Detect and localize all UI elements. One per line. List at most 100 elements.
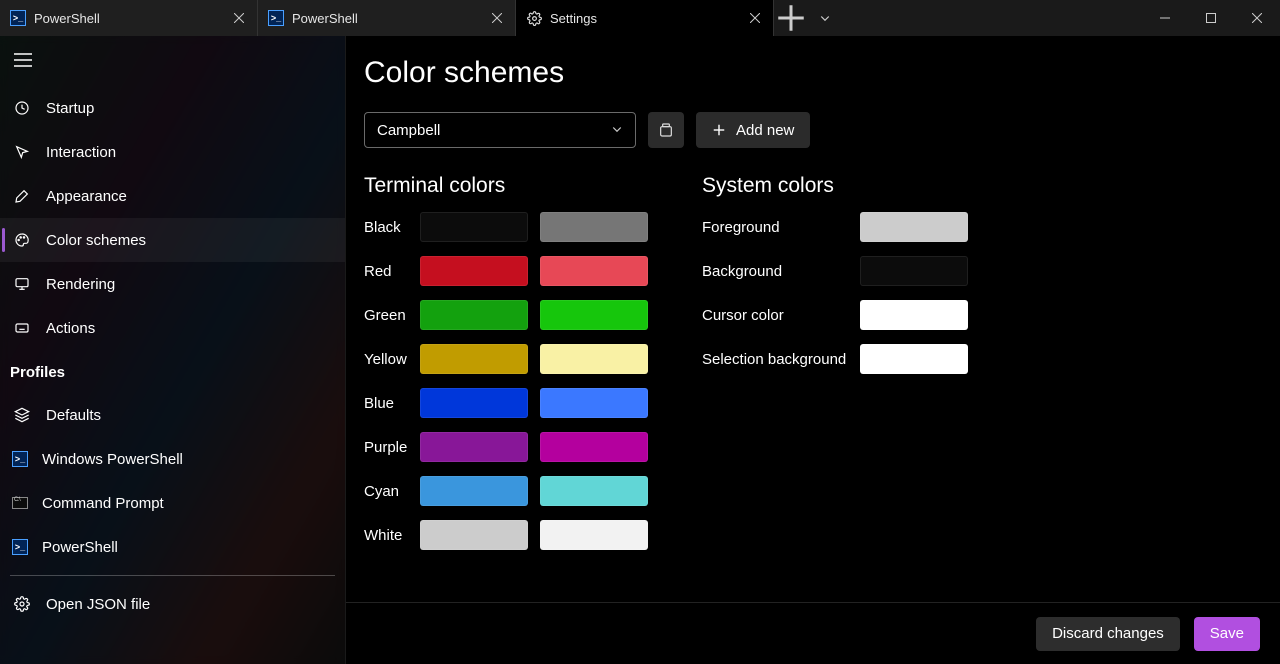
- terminal-color-row-blue: Blue: [364, 388, 648, 418]
- color-swatch-red[interactable]: [420, 256, 528, 286]
- terminal-colors-header: Terminal colors: [364, 174, 648, 198]
- gear-icon: [12, 596, 32, 612]
- color-scheme-select[interactable]: Campbell: [364, 112, 636, 148]
- discard-changes-button[interactable]: Discard changes: [1036, 617, 1180, 651]
- settings-footer: Discard changes Save: [346, 602, 1280, 664]
- terminal-color-row-black: Black: [364, 212, 648, 242]
- color-label: Selection background: [702, 351, 860, 368]
- open-json-file[interactable]: Open JSON file: [0, 582, 345, 626]
- profile-item-label: Windows PowerShell: [42, 451, 183, 468]
- profile-item-label: Command Prompt: [42, 495, 164, 512]
- sidebar-item-label: Interaction: [46, 144, 116, 161]
- tab-title: PowerShell: [292, 11, 481, 26]
- profile-item-label: Defaults: [46, 407, 101, 424]
- color-label: Red: [364, 263, 420, 280]
- terminal-color-row-green: Green: [364, 300, 648, 330]
- color-label: Yellow: [364, 351, 420, 368]
- color-swatch-bright-white[interactable]: [540, 520, 648, 550]
- close-icon[interactable]: [489, 10, 505, 26]
- sidebar-item-startup[interactable]: Startup: [0, 86, 345, 130]
- color-swatch-bright-green[interactable]: [540, 300, 648, 330]
- settings-sidebar: Startup Interaction AppearanceColor scheme…: [0, 36, 345, 664]
- color-swatch-bright-cyan[interactable]: [540, 476, 648, 506]
- tab-settings[interactable]: Settings: [516, 0, 774, 36]
- color-swatch-bright-red[interactable]: [540, 256, 648, 286]
- sidebar-item-interaction[interactable]: Interaction: [0, 130, 345, 174]
- cursor-icon: [12, 144, 32, 160]
- color-swatch-cursor-color[interactable]: [860, 300, 968, 330]
- powershell-icon: >_: [12, 539, 28, 555]
- color-swatch-cyan[interactable]: [420, 476, 528, 506]
- color-swatch-bright-purple[interactable]: [540, 432, 648, 462]
- color-label: Cyan: [364, 483, 420, 500]
- terminal-color-row-cyan: Cyan: [364, 476, 648, 506]
- color-label: White: [364, 527, 420, 544]
- new-tab-button[interactable]: [774, 0, 808, 36]
- system-colors-header: System colors: [702, 174, 968, 198]
- sidebar-item-label: Startup: [46, 100, 94, 117]
- color-swatch-background[interactable]: [860, 256, 968, 286]
- settings-content: Color schemes Campbell Add new: [345, 36, 1280, 664]
- color-label: Foreground: [702, 219, 860, 236]
- tab-title: PowerShell: [34, 11, 223, 26]
- sidebar-item-appearance[interactable]: Appearance: [0, 174, 345, 218]
- sidebar-item-color-schemes[interactable]: Color schemes: [0, 218, 345, 262]
- save-button[interactable]: Save: [1194, 617, 1260, 651]
- rename-scheme-button[interactable]: [648, 112, 684, 148]
- color-swatch-green[interactable]: [420, 300, 528, 330]
- color-label: Cursor color: [702, 307, 860, 324]
- add-new-scheme-button[interactable]: Add new: [696, 112, 810, 148]
- window-maximize-button[interactable]: [1188, 0, 1234, 36]
- tab-dropdown-button[interactable]: [808, 0, 842, 36]
- powershell-icon: >_: [10, 10, 26, 26]
- color-swatch-purple[interactable]: [420, 432, 528, 462]
- layers-icon: [12, 407, 32, 423]
- title-bar: >_ PowerShell >_ PowerShell Settings: [0, 0, 1280, 36]
- scheme-selected-value: Campbell: [377, 122, 440, 139]
- color-label: Blue: [364, 395, 420, 412]
- system-color-row-background: Background: [702, 256, 968, 286]
- color-label: Purple: [364, 439, 420, 456]
- window-close-button[interactable]: [1234, 0, 1280, 36]
- monitor-icon: [12, 276, 32, 292]
- color-swatch-bright-blue[interactable]: [540, 388, 648, 418]
- brush-icon: [12, 188, 32, 204]
- terminal-color-row-purple: Purple: [364, 432, 648, 462]
- close-icon[interactable]: [747, 10, 763, 26]
- color-label: Background: [702, 263, 860, 280]
- profile-item-command-prompt[interactable]: Command Prompt: [0, 481, 345, 525]
- plus-icon: [712, 123, 726, 137]
- add-new-label: Add new: [736, 122, 794, 139]
- profile-item-windows-powershell[interactable]: >_Windows PowerShell: [0, 437, 345, 481]
- sidebar-divider: [10, 575, 335, 576]
- tab-powershell[interactable]: >_ PowerShell: [0, 0, 258, 36]
- profile-item-powershell[interactable]: >_PowerShell: [0, 525, 345, 569]
- powershell-icon: >_: [268, 10, 284, 26]
- profiles-header: Profiles: [0, 350, 345, 387]
- color-swatch-selection-background[interactable]: [860, 344, 968, 374]
- window-minimize-button[interactable]: [1142, 0, 1188, 36]
- sidebar-item-label: Rendering: [46, 276, 115, 293]
- system-color-row-selection-background: Selection background: [702, 344, 968, 374]
- gear-icon: [526, 10, 542, 26]
- profile-item-defaults[interactable]: Defaults: [0, 393, 345, 437]
- sidebar-item-rendering[interactable]: Rendering: [0, 262, 345, 306]
- color-swatch-white[interactable]: [420, 520, 528, 550]
- color-label: Green: [364, 307, 420, 324]
- color-swatch-blue[interactable]: [420, 388, 528, 418]
- color-swatch-foreground[interactable]: [860, 212, 968, 242]
- palette-icon: [12, 232, 32, 248]
- color-swatch-bright-yellow[interactable]: [540, 344, 648, 374]
- terminal-color-row-yellow: Yellow: [364, 344, 648, 374]
- command-prompt-icon: [12, 497, 28, 509]
- page-title: Color schemes: [364, 56, 1252, 90]
- hamburger-button[interactable]: [0, 40, 345, 80]
- color-swatch-bright-black[interactable]: [540, 212, 648, 242]
- sidebar-item-actions[interactable]: Actions: [0, 306, 345, 350]
- close-icon[interactable]: [231, 10, 247, 26]
- color-swatch-black[interactable]: [420, 212, 528, 242]
- tab-powershell[interactable]: >_ PowerShell: [258, 0, 516, 36]
- color-swatch-yellow[interactable]: [420, 344, 528, 374]
- color-label: Black: [364, 219, 420, 236]
- system-color-row-cursor-color: Cursor color: [702, 300, 968, 330]
